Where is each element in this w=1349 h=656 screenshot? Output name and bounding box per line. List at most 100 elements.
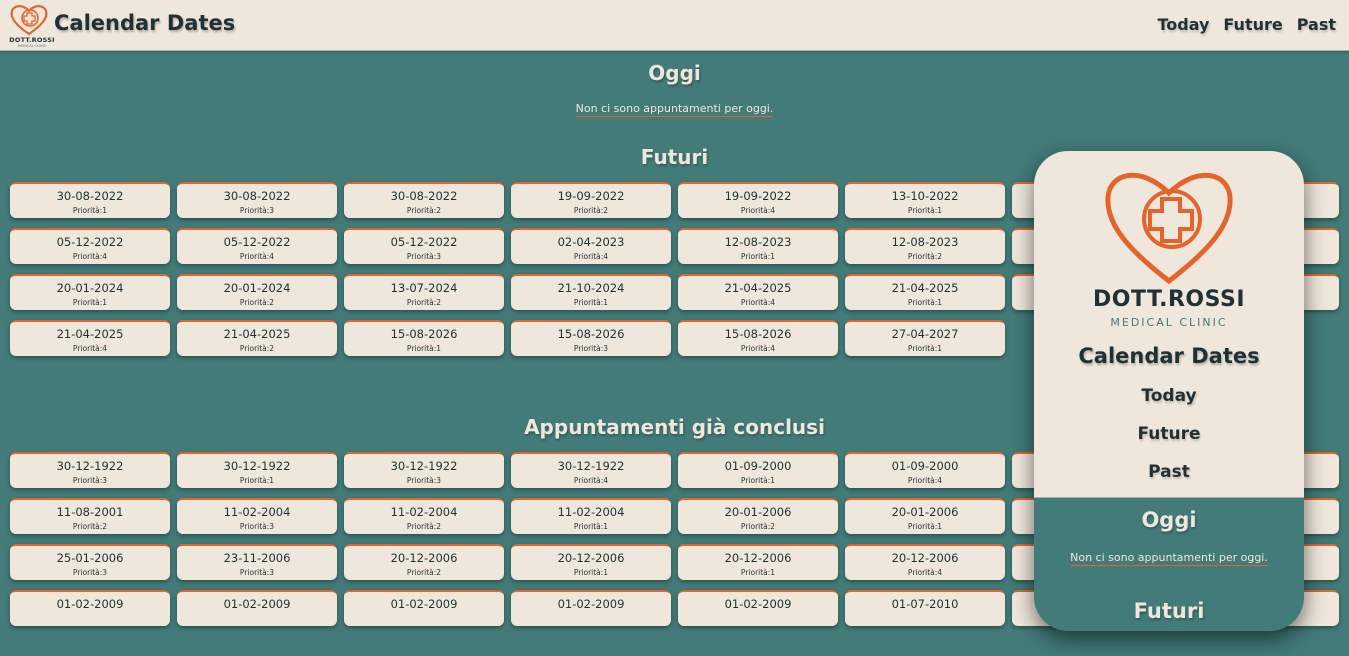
- appointment-card[interactable]: 30-08-2022 Priorità:2: [344, 182, 504, 218]
- appointment-date: 23-11-2006: [223, 551, 291, 565]
- appointment-card[interactable]: 20-12-2006 Priorità:4: [845, 544, 1005, 580]
- appointment-card[interactable]: 19-09-2022 Priorità:4: [678, 182, 838, 218]
- appointment-card[interactable]: 20-01-2006 Priorità:1: [845, 498, 1005, 534]
- appointment-date: 30-12-1922: [557, 459, 625, 473]
- appointment-priority: Priorità:2: [406, 568, 442, 577]
- appointment-card[interactable]: 20-12-2006 Priorità:1: [511, 544, 671, 580]
- appointment-card[interactable]: 05-12-2022 Priorità:4: [177, 228, 337, 264]
- appointment-card[interactable]: 21-04-2025 Priorità:2: [177, 320, 337, 356]
- mobile-logo-brand-text: DOTT.ROSSI: [1092, 287, 1246, 312]
- appointment-date: 20-01-2024: [223, 281, 291, 295]
- appointment-card[interactable]: 05-12-2022 Priorità:3: [344, 228, 504, 264]
- heart-cross-icon: [10, 5, 48, 36]
- appointment-card[interactable]: 01-09-2000 Priorità:4: [845, 452, 1005, 488]
- appointment-priority: Priorità:3: [406, 476, 442, 485]
- appointment-card[interactable]: 13-07-2024 Priorità:2: [344, 274, 504, 310]
- appointment-card[interactable]: 30-08-2022 Priorità:3: [177, 182, 337, 218]
- appointment-priority: Priorità:1: [72, 206, 108, 215]
- appointment-priority: Priorità:2: [406, 206, 442, 215]
- appointment-priority: Priorità:4: [573, 252, 609, 261]
- appointment-card[interactable]: 25-01-2006 Priorità:3: [10, 544, 170, 580]
- nav-past-link[interactable]: Past: [1297, 15, 1336, 34]
- appointment-card[interactable]: 30-12-1922 Priorità:3: [10, 452, 170, 488]
- appointment-card[interactable]: 02-04-2023 Priorità:4: [511, 228, 671, 264]
- appointment-card[interactable]: 30-12-1922 Priorità:4: [511, 452, 671, 488]
- appointment-card[interactable]: 11-02-2004 Priorità:2: [344, 498, 504, 534]
- appointment-card[interactable]: 21-04-2025 Priorità:4: [10, 320, 170, 356]
- appointment-priority: Priorità:1: [740, 252, 776, 261]
- appointment-card[interactable]: 21-04-2025 Priorità:1: [845, 274, 1005, 310]
- appointment-card[interactable]: 01-02-2009: [344, 590, 504, 626]
- appointment-priority: Priorità:2: [72, 522, 108, 531]
- appointment-card[interactable]: 12-08-2023 Priorità:1: [678, 228, 838, 264]
- appointment-card[interactable]: 15-08-2026 Priorità:3: [511, 320, 671, 356]
- appointment-card[interactable]: 21-04-2025 Priorità:4: [678, 274, 838, 310]
- appointment-date: 30-08-2022: [56, 189, 124, 203]
- appointment-card[interactable]: 01-02-2009: [511, 590, 671, 626]
- mobile-today-section-title: Oggi: [1141, 508, 1197, 532]
- appointment-card[interactable]: 20-01-2006 Priorità:2: [678, 498, 838, 534]
- appointment-priority: Priorità:3: [239, 522, 275, 531]
- appointment-card[interactable]: 12-08-2023 Priorità:2: [845, 228, 1005, 264]
- appointment-date: 30-12-1922: [223, 459, 291, 473]
- appointment-date: 02-04-2023: [557, 235, 625, 249]
- appointment-priority: Priorità:1: [907, 206, 943, 215]
- appointment-date: 21-04-2025: [223, 327, 291, 341]
- appointment-date: 21-04-2025: [724, 281, 792, 295]
- appointment-card[interactable]: 30-08-2022 Priorità:1: [10, 182, 170, 218]
- appointment-card[interactable]: 30-12-1922 Priorità:3: [344, 452, 504, 488]
- appointment-card[interactable]: 20-01-2024 Priorità:2: [177, 274, 337, 310]
- appointment-card[interactable]: 11-02-2004 Priorità:1: [511, 498, 671, 534]
- mobile-nav-future-link[interactable]: Future: [1034, 424, 1304, 444]
- appointment-card[interactable]: 11-02-2004 Priorità:3: [177, 498, 337, 534]
- nav-today-link[interactable]: Today: [1157, 15, 1209, 34]
- appointment-card[interactable]: 27-04-2027 Priorità:1: [845, 320, 1005, 356]
- appointment-card[interactable]: 19-09-2022 Priorità:2: [511, 182, 671, 218]
- appointment-priority: Priorità:4: [72, 344, 108, 353]
- appointment-card[interactable]: 01-02-2009: [678, 590, 838, 626]
- appointment-card[interactable]: 01-02-2009: [177, 590, 337, 626]
- appointment-date: 11-08-2001: [56, 505, 124, 519]
- logo-sub-text: MEDICAL CLINIC: [17, 44, 47, 48]
- mobile-today-empty-message: Non ci sono appuntamenti per oggi.: [1070, 551, 1268, 566]
- appointment-card[interactable]: 15-08-2026 Priorità:4: [678, 320, 838, 356]
- appointment-priority: Priorità:3: [72, 568, 108, 577]
- mobile-nav-past-link[interactable]: Past: [1034, 462, 1304, 482]
- appointment-card[interactable]: 20-12-2006 Priorità:1: [678, 544, 838, 580]
- appointment-date: 05-12-2022: [223, 235, 291, 249]
- appointment-date: 20-12-2006: [891, 551, 959, 565]
- appointment-date: 01-02-2009: [557, 597, 625, 611]
- appointment-card[interactable]: 20-01-2024 Priorità:1: [10, 274, 170, 310]
- logo-brand-text: DOTT.ROSSI: [9, 36, 55, 44]
- appointment-date: 21-04-2025: [891, 281, 959, 295]
- appointment-priority: Priorità:4: [740, 298, 776, 307]
- appointment-priority: Priorità:2: [239, 298, 275, 307]
- mobile-header: DOTT.ROSSI MEDICAL CLINIC Calendar Dates…: [1034, 151, 1304, 498]
- appointment-date: 13-10-2022: [891, 189, 959, 203]
- appointment-card[interactable]: 01-02-2009: [10, 590, 170, 626]
- mobile-nav-today-link[interactable]: Today: [1034, 386, 1304, 406]
- appointment-card[interactable]: 20-12-2006 Priorità:2: [344, 544, 504, 580]
- appointment-card[interactable]: 05-12-2022 Priorità:4: [10, 228, 170, 264]
- appointment-priority: Priorità:1: [740, 568, 776, 577]
- appointment-card[interactable]: 13-10-2022 Priorità:1: [845, 182, 1005, 218]
- appointment-card[interactable]: 01-09-2000 Priorità:1: [678, 452, 838, 488]
- appointment-card[interactable]: 11-08-2001 Priorità:2: [10, 498, 170, 534]
- appointment-card[interactable]: 15-08-2026 Priorità:1: [344, 320, 504, 356]
- appointment-date: 15-08-2026: [557, 327, 625, 341]
- appointment-date: 19-09-2022: [557, 189, 625, 203]
- appointment-date: 15-08-2026: [390, 327, 458, 341]
- appointment-card[interactable]: 30-12-1922 Priorità:1: [177, 452, 337, 488]
- appointment-card[interactable]: 23-11-2006 Priorità:3: [177, 544, 337, 580]
- appointment-priority: Priorità:2: [740, 522, 776, 531]
- clinic-logo[interactable]: DOTT.ROSSI MEDICAL CLINIC: [8, 3, 55, 48]
- appointment-card[interactable]: 21-10-2024 Priorità:1: [511, 274, 671, 310]
- appointment-priority: Priorità:1: [573, 298, 609, 307]
- appointment-date: 19-09-2022: [724, 189, 792, 203]
- nav-future-link[interactable]: Future: [1223, 15, 1282, 34]
- appointment-priority: Priorità:3: [72, 476, 108, 485]
- appointment-card[interactable]: 01-07-2010: [845, 590, 1005, 626]
- appointment-priority: Priorità:1: [573, 522, 609, 531]
- appointment-date: 01-02-2009: [390, 597, 458, 611]
- appointment-priority: Priorità:3: [406, 252, 442, 261]
